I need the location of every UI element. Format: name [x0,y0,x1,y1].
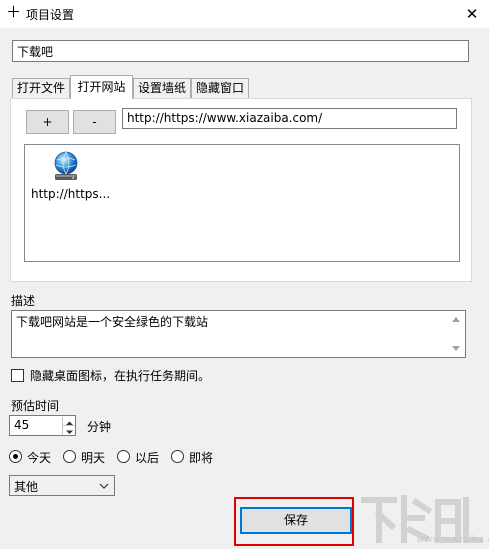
save-button[interactable]: 保存 [240,507,352,534]
radio-tomorrow[interactable] [63,450,76,463]
hide-icons-label: 隐藏桌面图标，在执行任务期间。 [30,369,211,383]
url-input[interactable]: http://https://www.xiazaiba.com/ [122,108,457,129]
list-item[interactable]: http://https... [29,149,111,209]
stepper-down-button[interactable] [62,426,75,435]
radio-later-label: 以后 [135,451,160,465]
radio-soon-label: 即将 [189,451,214,465]
close-button[interactable]: ✕ [458,2,486,26]
estimate-time-value: 45 [14,418,30,432]
website-list[interactable]: http://https... [24,144,460,262]
radio-today[interactable] [9,450,22,463]
tab-open-website[interactable]: 打开网站 [70,75,133,99]
window-title: 项目设置 [26,8,75,22]
period-select[interactable]: 其他 [9,475,115,496]
tab-open-file[interactable]: 打开文件 [12,78,70,98]
globe-drive-icon [54,151,78,180]
radio-soon[interactable] [171,450,184,463]
hide-icons-checkbox[interactable] [11,369,24,382]
radio-tomorrow-label: 明天 [81,451,106,465]
chevron-down-icon [99,483,109,489]
period-select-value: 其他 [14,480,39,494]
tab-hide-window[interactable]: 隐藏窗口 [191,78,249,98]
arrow-down-icon [66,430,73,434]
add-button[interactable]: + [26,110,69,134]
plus-icon: ＋ [6,3,22,21]
description-scrollbar[interactable] [448,311,465,357]
estimate-time-stepper[interactable]: 45 [9,415,76,436]
radio-later[interactable] [117,450,130,463]
tab-set-wallpaper[interactable]: 设置墙纸 [133,78,191,98]
radio-selected-dot [13,454,18,459]
scroll-down-icon [452,346,460,351]
scroll-up-icon [452,317,460,322]
project-name-input[interactable]: 下载吧 [12,40,469,62]
stepper-up-button[interactable] [62,417,75,426]
close-icon: ✕ [465,5,479,23]
description-textarea[interactable]: 下载吧网站是一个安全绿色的下载站 [11,310,466,358]
description-text: 下载吧网站是一个安全绿色的下载站 [16,315,209,329]
estimate-time-label: 预估时间 [11,399,60,413]
radio-today-label: 今天 [27,451,52,465]
title-bar: ＋ 项目设置 ✕ [0,0,489,28]
remove-button[interactable]: - [73,110,116,134]
website-item-label: http://https... [31,187,111,201]
minutes-unit-label: 分钟 [87,420,112,434]
description-label: 描述 [11,294,36,308]
watermark-text: www.xiazaiba.com [417,535,489,545]
